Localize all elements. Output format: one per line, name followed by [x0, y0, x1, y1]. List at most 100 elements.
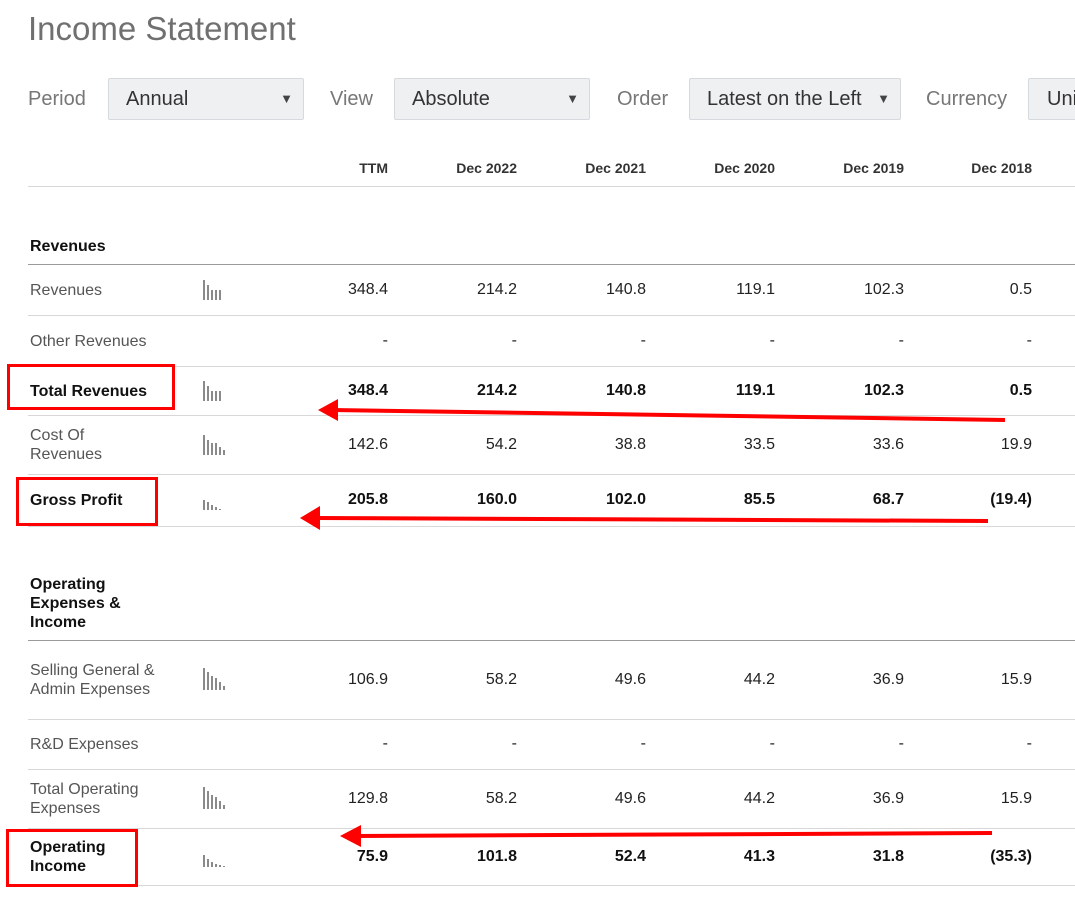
table-cell: 36.9 — [872, 671, 904, 688]
column-header: Dec 2022 — [456, 160, 517, 176]
order-select[interactable]: Latest on the Left ▼ — [689, 78, 901, 120]
table-cell: - — [769, 735, 775, 752]
table-cell: 31.8 — [872, 848, 904, 865]
mini-bar-chart-icon[interactable] — [203, 487, 233, 511]
row-divider — [28, 719, 1075, 720]
page-title: Income Statement — [28, 10, 296, 47]
table-cell: 15.9 — [1000, 790, 1032, 807]
currency-label: Currency — [926, 88, 1008, 110]
table-cell: - — [1026, 332, 1032, 349]
filter-bar: Period Annual ▼ View Absolute ▼ Order La… — [28, 78, 1075, 120]
table-cell: 106.9 — [347, 671, 388, 688]
table-cell: 54.2 — [485, 436, 517, 453]
row-divider — [28, 315, 1075, 316]
row-label: Selling General & Admin Expenses — [30, 662, 155, 698]
column-header: Dec 2019 — [843, 160, 904, 176]
table-cell: - — [640, 332, 646, 349]
table-cell: 33.5 — [743, 436, 775, 453]
caret-down-icon: ▼ — [280, 91, 293, 106]
annotation-box-operating-income — [6, 829, 138, 887]
currency-select[interactable]: Uni — [1028, 78, 1075, 120]
table-cell: 348.4 — [347, 281, 388, 298]
order-label: Order — [617, 88, 669, 110]
annotation-box-total-revenues — [7, 364, 175, 410]
table-cell: 19.9 — [1000, 436, 1032, 453]
currency-select-value: Uni — [1047, 88, 1075, 110]
row-divider — [28, 474, 1075, 475]
table-cell: 36.9 — [872, 790, 904, 807]
table-cell: 15.9 — [1000, 671, 1032, 688]
section-heading-operating: Operating Expenses & Income — [30, 576, 121, 631]
period-label: Period — [28, 88, 86, 110]
table-cell: 44.2 — [743, 790, 775, 807]
table-cell: 129.8 — [347, 790, 388, 807]
table-cell: 140.8 — [605, 382, 646, 399]
period-select[interactable]: Annual ▼ — [108, 78, 304, 120]
table-cell: 85.5 — [743, 491, 775, 508]
table-cell: 140.8 — [605, 281, 646, 298]
section-heading-revenues: Revenues — [30, 238, 106, 255]
table-cell: 49.6 — [614, 671, 646, 688]
row-label: Other Revenues — [30, 332, 147, 350]
column-header: TTM — [359, 160, 388, 176]
order-select-value: Latest on the Left — [707, 88, 862, 110]
mini-bar-chart-icon[interactable] — [203, 432, 233, 456]
view-select[interactable]: Absolute ▼ — [394, 78, 590, 120]
table-cell: - — [1026, 735, 1032, 752]
view-select-value: Absolute — [412, 88, 490, 110]
table-cell: 102.3 — [863, 281, 904, 298]
column-header: Dec 2018 — [971, 160, 1032, 176]
divider — [28, 264, 1075, 265]
row-divider — [28, 415, 1075, 416]
table-cell: 49.6 — [614, 790, 646, 807]
table-cell: - — [511, 735, 517, 752]
table-cell: - — [511, 332, 517, 349]
row-divider — [28, 885, 1075, 886]
table-cell: - — [898, 332, 904, 349]
table-cell: - — [382, 735, 388, 752]
table-cell: - — [382, 332, 388, 349]
table-cell: 205.8 — [347, 491, 388, 508]
table-cell: 44.2 — [743, 671, 775, 688]
mini-bar-chart-icon[interactable] — [203, 277, 233, 301]
table-cell: 102.3 — [863, 382, 904, 399]
table-cell: 119.1 — [735, 382, 775, 399]
table-cell: 214.2 — [476, 281, 517, 298]
table-cell: - — [640, 735, 646, 752]
view-label: View — [330, 88, 373, 110]
row-divider — [28, 526, 1075, 527]
annotation-arrow — [318, 399, 1006, 422]
table-cell: 41.3 — [743, 848, 775, 865]
table-cell: 142.6 — [347, 436, 388, 453]
table-cell: 38.8 — [614, 436, 646, 453]
caret-down-icon: ▼ — [566, 91, 579, 106]
table-cell: 102.0 — [605, 491, 646, 508]
row-label: Total Operating Expenses — [30, 781, 139, 817]
mini-bar-chart-icon[interactable] — [203, 786, 233, 810]
table-cell: 101.8 — [476, 848, 517, 865]
row-label: Cost Of Revenues — [30, 427, 103, 463]
row-label: Revenues — [30, 281, 103, 299]
mini-bar-chart-icon[interactable] — [203, 378, 233, 402]
annotation-box-gross-profit — [16, 477, 158, 526]
divider — [28, 186, 1075, 187]
table-cell: 58.2 — [485, 790, 517, 807]
table-cell: 58.2 — [485, 671, 517, 688]
row-divider — [28, 366, 1075, 367]
table-cell: 75.9 — [356, 848, 388, 865]
table-cell: 52.4 — [614, 848, 646, 865]
table-cell: 68.7 — [872, 491, 904, 508]
table-cell: 0.5 — [1009, 382, 1032, 399]
row-divider — [28, 769, 1075, 770]
table-cell: 119.1 — [736, 281, 775, 298]
table-cell: - — [769, 332, 775, 349]
period-select-value: Annual — [126, 88, 189, 110]
column-header: Dec 2021 — [585, 160, 646, 176]
table-cell: 214.2 — [476, 382, 517, 399]
table-cell: (19.4) — [990, 491, 1032, 508]
mini-bar-chart-icon[interactable] — [203, 667, 233, 691]
divider — [28, 640, 1075, 641]
mini-bar-chart-icon[interactable] — [203, 844, 233, 868]
table-cell: 33.6 — [872, 436, 904, 453]
row-divider — [28, 828, 1075, 829]
